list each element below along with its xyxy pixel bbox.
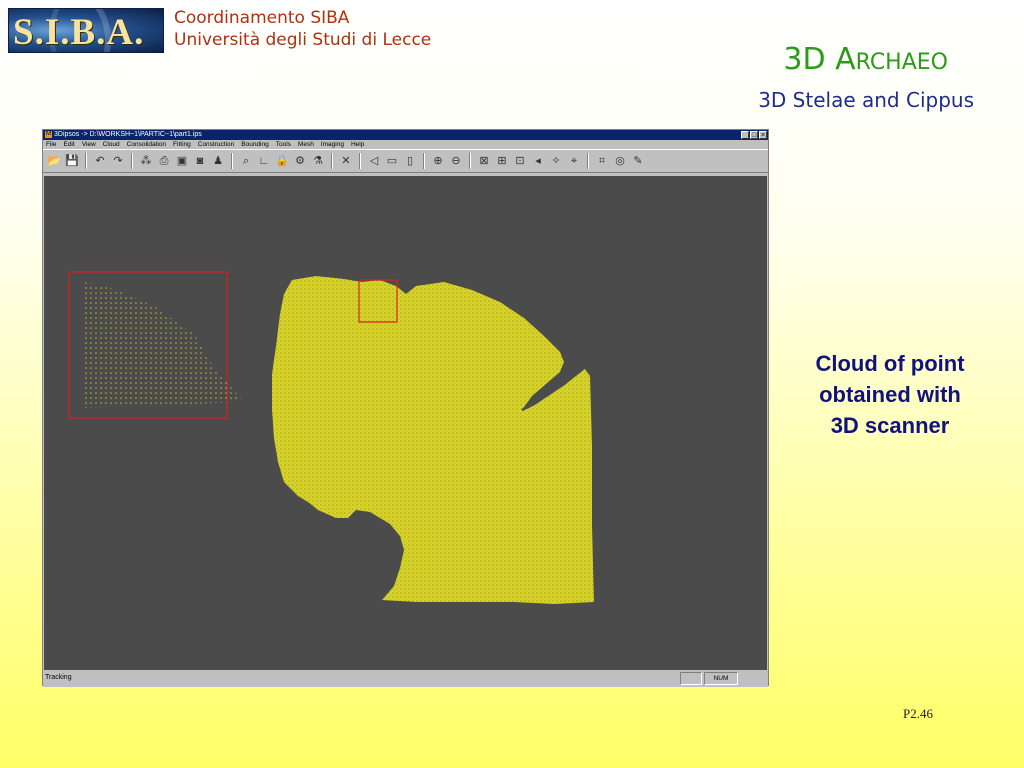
menu-imaging[interactable]: Imaging xyxy=(321,140,344,149)
caption-line-1: Cloud of point xyxy=(815,351,965,376)
redo-icon[interactable]: ↷ xyxy=(111,154,125,168)
caption-line-3: 3D scanner xyxy=(830,413,950,438)
print-icon[interactable]: ⎙ xyxy=(157,154,171,168)
point-cloud-render xyxy=(68,271,594,604)
menu-tools[interactable]: Tools xyxy=(276,140,291,149)
select-icon[interactable]: ⌖ xyxy=(567,154,581,168)
toolbar-separator xyxy=(587,153,589,169)
maximize-icon[interactable]: □ xyxy=(750,131,758,139)
bottom-strip xyxy=(43,685,768,687)
bar-icon[interactable]: ▯ xyxy=(403,154,417,168)
title-part-2: RCHAEO xyxy=(855,50,948,75)
zoom-icon[interactable]: ⌕ xyxy=(239,154,253,168)
pick-icon[interactable]: ✧ xyxy=(549,154,563,168)
toolbar-separator xyxy=(85,153,87,169)
slide-caption: Cloud of point obtained with 3D scanner xyxy=(790,348,990,441)
toolbar-separator xyxy=(331,153,333,169)
measure-icon[interactable]: ⊡ xyxy=(513,154,527,168)
menu-bar: File Edit View Cloud Consolidation Fitti… xyxy=(43,140,768,149)
zoom-out-icon[interactable]: ⊖ xyxy=(449,154,463,168)
menu-consolidation[interactable]: Consolidation xyxy=(127,140,166,149)
axes-icon[interactable]: ∟ xyxy=(257,154,271,168)
menu-bounding[interactable]: Bounding xyxy=(241,140,268,149)
view-icon[interactable]: ▣ xyxy=(175,154,189,168)
status-panel xyxy=(680,672,702,685)
toolbar-separator xyxy=(469,153,471,169)
toolbar-separator xyxy=(423,153,425,169)
application-window: M 3Dipsos -> D:\WORKSH~1\PARTIC~1\part1.i… xyxy=(42,129,769,687)
back-icon[interactable]: ◁ xyxy=(367,154,381,168)
app-icon: M xyxy=(45,130,52,138)
status-text: Tracking xyxy=(45,674,72,681)
stele-point-cloud xyxy=(272,276,594,604)
toolbar-separator xyxy=(231,153,233,169)
minimize-icon[interactable]: _ xyxy=(741,131,749,139)
logo-text: S.I.B.A. xyxy=(13,12,145,53)
title-part-1: 3D A xyxy=(783,42,856,77)
arrow-icon[interactable]: ◂ xyxy=(531,154,545,168)
slide-subtitle: 3D Stelae and Cippus xyxy=(758,88,974,112)
mesh-icon[interactable]: ⊞ xyxy=(495,154,509,168)
gear-icon[interactable]: ⚙ xyxy=(293,154,307,168)
menu-edit[interactable]: Edit xyxy=(63,140,74,149)
toolbar-separator xyxy=(131,153,133,169)
bounding-icon[interactable]: ⌗ xyxy=(595,154,609,168)
delete-view-icon[interactable]: ⊠ xyxy=(477,154,491,168)
slide-title: 3D ARCHAEO xyxy=(783,42,948,77)
menu-construction[interactable]: Construction xyxy=(198,140,235,149)
toolbar-separator xyxy=(359,153,361,169)
organization-header: Coordinamento SIBA Università degli Stud… xyxy=(174,7,431,51)
menu-fitting[interactable]: Fitting xyxy=(173,140,191,149)
undo-icon[interactable]: ↶ xyxy=(93,154,107,168)
menu-help[interactable]: Help xyxy=(351,140,364,149)
menu-file[interactable]: File xyxy=(46,140,56,149)
person-icon[interactable]: ♟ xyxy=(211,154,225,168)
scan-icon[interactable]: ◎ xyxy=(613,154,627,168)
org-line-2: Università degli Studi di Lecce xyxy=(174,30,432,50)
window-controls: _ □ × xyxy=(741,131,767,139)
caption-line-2: obtained with xyxy=(819,382,961,407)
page-number: P2.46 xyxy=(903,706,933,721)
cloud-icon[interactable]: ⁂ xyxy=(139,154,153,168)
open-icon[interactable]: 📂 xyxy=(47,154,61,168)
3d-viewport[interactable] xyxy=(44,176,767,670)
save-icon[interactable]: 💾 xyxy=(65,154,79,168)
toolbar: 📂 💾 ↶ ↷ ⁂ ⎙ ▣ ◙ ♟ ⌕ ∟ 🔒 ⚙ ⚗ ✕ ◁ ▭ ▯ ⊕ ⊖ … xyxy=(43,149,768,173)
window-title: 3Dipsos -> D:\WORKSH~1\PARTIC~1\part1.ip… xyxy=(54,131,202,138)
siba-logo: S.I.B.A. xyxy=(8,8,164,53)
zoom-in-icon[interactable]: ⊕ xyxy=(431,154,445,168)
lock-icon[interactable]: 🔒 xyxy=(275,154,289,168)
menu-cloud[interactable]: Cloud xyxy=(103,140,120,149)
window-titlebar[interactable]: M 3Dipsos -> D:\WORKSH~1\PARTIC~1\part1.i… xyxy=(43,130,768,140)
inset-point-cloud xyxy=(82,282,244,408)
filter-icon[interactable]: ⚗ xyxy=(311,154,325,168)
camera-icon[interactable]: ◙ xyxy=(193,154,207,168)
shape-icon[interactable]: ▭ xyxy=(385,154,399,168)
close-icon[interactable]: × xyxy=(759,131,767,139)
tool-icon[interactable]: ✎ xyxy=(631,154,645,168)
menu-view[interactable]: View xyxy=(82,140,96,149)
status-bar: Tracking NUM xyxy=(43,671,768,685)
org-line-1: Coordinamento SIBA xyxy=(174,8,350,28)
delete-icon[interactable]: ✕ xyxy=(339,154,353,168)
menu-mesh[interactable]: Mesh xyxy=(298,140,314,149)
num-lock-indicator: NUM xyxy=(704,672,738,685)
